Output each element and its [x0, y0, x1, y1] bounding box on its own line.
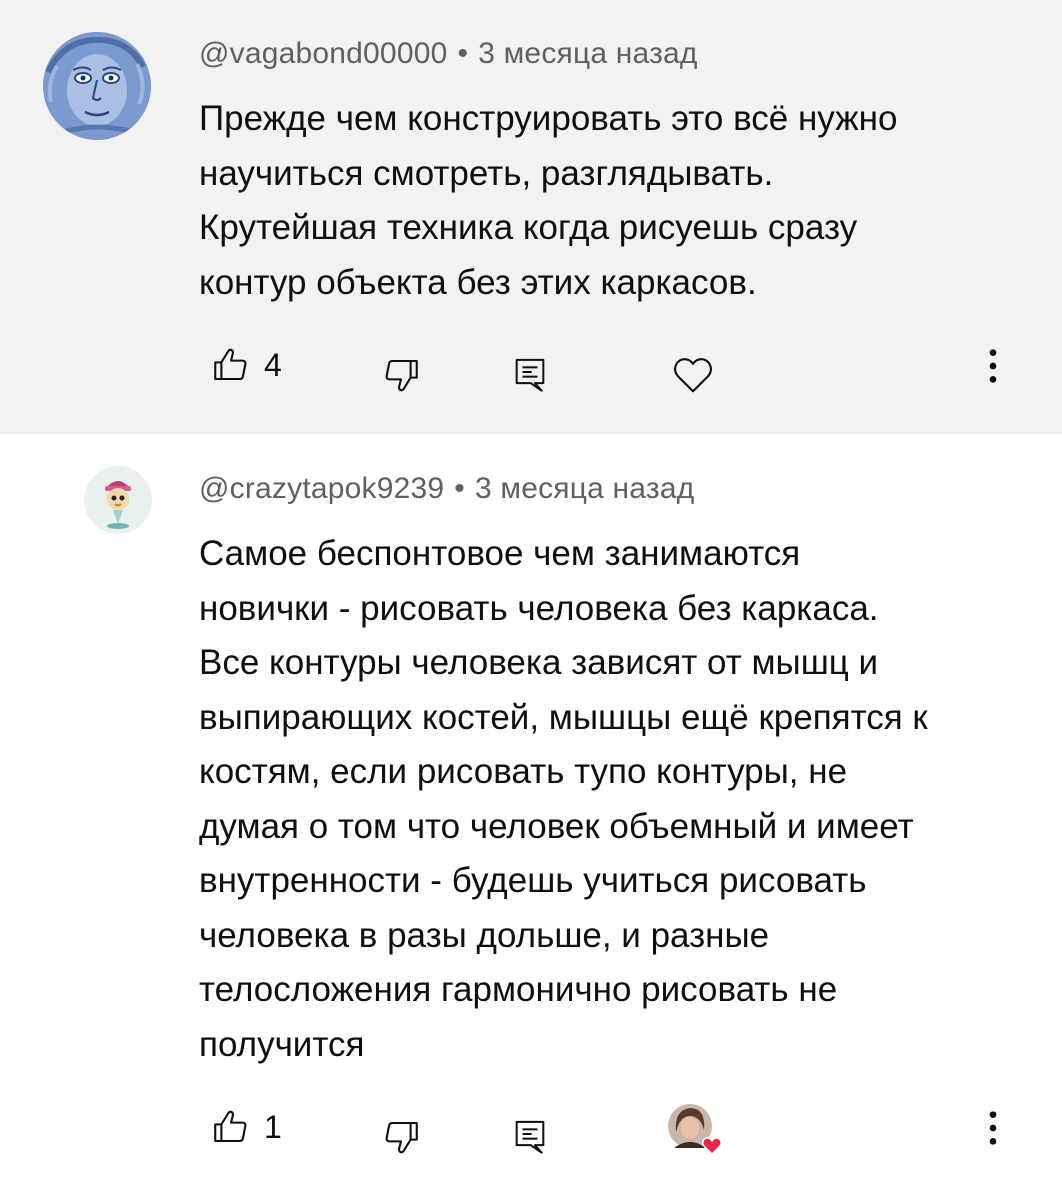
- comment-text-line: телосложения гармонично рисовать не: [199, 970, 838, 1009]
- comment-time: 3 месяца назад: [478, 37, 698, 70]
- thumb-up-icon: [214, 348, 247, 381]
- thumb-down-icon: [385, 359, 418, 392]
- avatar-face-image: [43, 32, 151, 140]
- more-vert-icon: [989, 1111, 997, 1145]
- comment-text-line: контур объекта без этих каркасов.: [199, 262, 757, 302]
- comment-text: Самое беспонтовое чем занимаются новички…: [199, 527, 928, 1072]
- more-vert-icon: [989, 349, 997, 383]
- meta-separator: •: [457, 37, 469, 70]
- comment: @crazytapok9239 • 3 месяца назад Самое бес…: [0, 434, 1062, 1200]
- creator-heart-icon: [668, 1104, 723, 1156]
- creator-heart-badge[interactable]: [668, 1102, 728, 1158]
- avatar[interactable]: [43, 32, 151, 140]
- comment-text-line: научиться смотреть, разглядывать.: [199, 153, 774, 193]
- more-options-button[interactable]: [980, 1108, 1006, 1148]
- comment-text-line: Прежде чем конструировать это всё нужно: [199, 99, 898, 138]
- comment-text-line: думая о том что человек объемный и имеет: [199, 806, 914, 846]
- avatar-character-image: [84, 466, 152, 534]
- comment-text-line: Крутейшая техника когда рисуешь сразу: [199, 208, 858, 247]
- thumb-down-icon: [385, 1121, 418, 1154]
- comment-text-line: новички - рисовать человека без каркаса.: [199, 588, 879, 628]
- dislike-button[interactable]: [380, 354, 422, 396]
- comment-text-line: Все контуры человека зависят от мышц и: [199, 643, 879, 682]
- author-handle[interactable]: @vagabond00000: [199, 37, 447, 70]
- meta-separator: •: [454, 472, 465, 505]
- like-button[interactable]: 4: [210, 344, 282, 386]
- like-button[interactable]: 1: [210, 1106, 282, 1148]
- comment-text-line: костям, если рисовать тупо контуры, не: [199, 752, 848, 791]
- comment-text-line: выпирающих костей, мышцы ещё крепятся к: [199, 697, 928, 737]
- comment-meta: @vagabond00000 • 3 месяца назад: [199, 37, 698, 71]
- comment-text-line: получится: [199, 1024, 365, 1064]
- thumb-up-icon: [214, 1110, 247, 1143]
- reply-icon: [515, 1120, 545, 1154]
- comment-text-line: внутренности - будешь учиться рисовать: [199, 861, 867, 900]
- like-count: 1: [264, 1108, 282, 1145]
- heart-icon: [674, 358, 712, 393]
- avatar[interactable]: [84, 466, 152, 534]
- comment-actions: 4: [0, 340, 1062, 400]
- reply-button[interactable]: [510, 354, 550, 394]
- like-count: 4: [264, 346, 282, 383]
- comment-text-line: Самое беспонтовое чем занимаются: [199, 534, 801, 573]
- comment-time: 3 месяца назад: [474, 472, 695, 505]
- comment-text-line: человека в разы дольше, и разные: [199, 915, 770, 955]
- dislike-button[interactable]: [380, 1116, 422, 1158]
- comment-text: Прежде чем конструировать это всё нужно …: [199, 92, 897, 310]
- more-options-button[interactable]: [980, 346, 1006, 386]
- reply-icon: [515, 358, 545, 392]
- comment-meta: @crazytapok9239 • 3 месяца назад: [199, 472, 694, 506]
- comment-actions: 1: [0, 1102, 1062, 1162]
- author-handle[interactable]: @crazytapok9239: [199, 472, 444, 505]
- reply-button[interactable]: [510, 1116, 550, 1156]
- heart-button[interactable]: [670, 352, 716, 398]
- comment-highlighted: @vagabond00000 • 3 месяца назад Прежде чем…: [0, 0, 1062, 434]
